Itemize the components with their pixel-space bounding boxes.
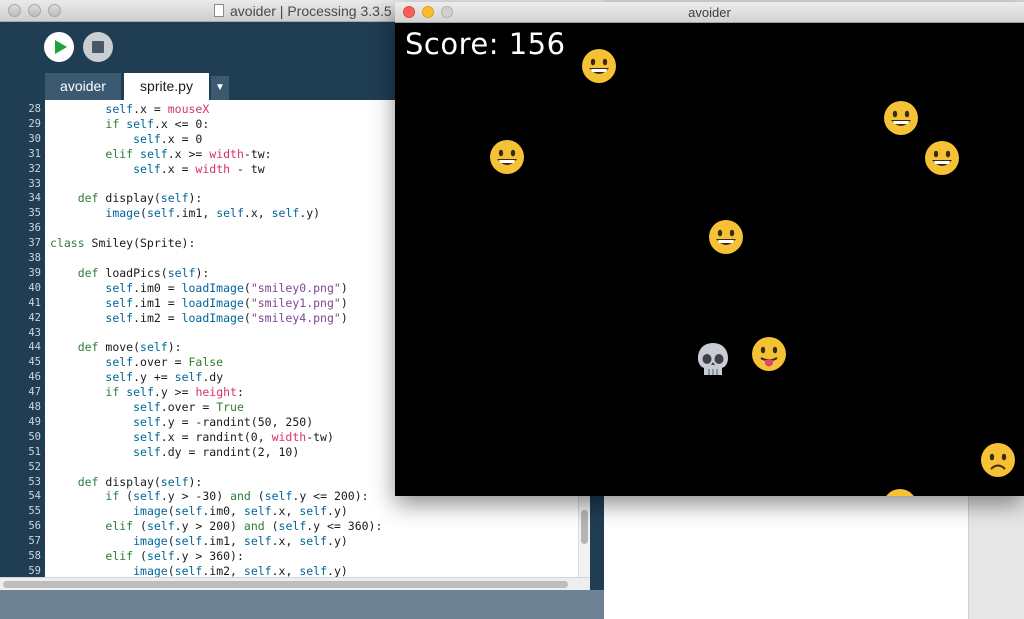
ide-window-title: avoider | Processing 3.3.5 <box>214 3 392 19</box>
code-text: self.x = randint(0, width-tw) <box>133 429 334 444</box>
line-number: 50 <box>28 430 41 443</box>
code-text: elif self.x >= width-tw: <box>105 146 272 161</box>
line-number: 44 <box>28 341 41 354</box>
score-label: Score: 156 <box>405 27 566 61</box>
play-icon <box>55 40 67 54</box>
run-button[interactable] <box>44 32 74 62</box>
background-scroll-strip <box>968 490 1024 619</box>
line-number: 53 <box>28 475 41 488</box>
line-number: 54 <box>28 490 41 503</box>
grinning-smiley-icon <box>581 48 617 89</box>
line-number: 43 <box>28 326 41 339</box>
code-text: if self.x <= 0: <box>105 116 210 131</box>
line-number: 47 <box>28 386 41 399</box>
line-number: 45 <box>28 356 41 369</box>
document-icon <box>214 4 224 17</box>
line-number: 38 <box>28 252 41 264</box>
line-number: 37 <box>28 237 41 250</box>
ide-zoom-button[interactable] <box>48 4 61 17</box>
line-number: 56 <box>28 520 41 533</box>
code-text: elif (self.y > 200) and (self.y <= 360): <box>105 519 383 534</box>
line-number: 31 <box>28 147 41 160</box>
line-number: 28 <box>28 103 41 115</box>
code-text: self.over = False <box>105 355 224 370</box>
skull-icon <box>695 341 731 384</box>
code-text: def display(self): <box>77 191 203 206</box>
line-number: 36 <box>28 222 41 235</box>
grinning-smiley-icon <box>489 139 525 180</box>
console-bar <box>0 590 604 619</box>
sketch-window: avoider Score: 156 <box>395 2 1024 496</box>
code-text: image(self.im0, self.x, self.y) <box>133 504 348 519</box>
code-text: elif (self.y > 360): <box>105 549 244 563</box>
code-text: class Smiley(Sprite): <box>50 236 196 251</box>
code-line[interactable]: 57 image(self.im1, self.x, self.y) <box>0 534 580 549</box>
code-text: self.x = mouseX <box>105 102 210 116</box>
code-text: self.over = True <box>133 400 244 414</box>
code-text: if (self.y > -30) and (self.y <= 200): <box>105 489 369 504</box>
grinning-smiley-icon <box>883 100 919 141</box>
line-number: 35 <box>28 207 41 220</box>
line-number: 29 <box>28 117 41 130</box>
code-text: self.dy = randint(2, 10) <box>133 444 300 459</box>
stop-icon <box>92 41 104 53</box>
line-number: 49 <box>28 415 41 428</box>
code-text: self.y += self.dy <box>105 370 224 385</box>
editor-horizontal-scrollbar[interactable] <box>0 577 590 590</box>
code-text: if self.y >= height: <box>105 385 244 400</box>
line-number: 33 <box>28 177 41 190</box>
code-text: self.x = width - tw <box>133 161 265 176</box>
code-text: self.y = -randint(50, 250) <box>133 414 314 429</box>
stop-button[interactable] <box>83 32 113 62</box>
tab-menu-button[interactable]: ▼ <box>211 76 229 100</box>
line-number: 34 <box>28 192 41 205</box>
tab-sprite-py[interactable]: sprite.py <box>124 73 209 100</box>
code-text: self.im0 = loadImage("smiley0.png") <box>105 280 348 295</box>
line-number: 32 <box>28 162 41 175</box>
code-text: self.im1 = loadImage("smiley1.png") <box>105 295 348 310</box>
code-line[interactable]: 55 image(self.im0, self.x, self.y) <box>0 504 580 519</box>
tongue-smiley-icon <box>751 336 787 377</box>
game-canvas[interactable]: Score: 156 <box>395 23 1024 496</box>
line-number: 42 <box>28 311 41 324</box>
grinning-smiley-icon <box>882 488 918 496</box>
line-number: 46 <box>28 371 41 384</box>
tab-avoider[interactable]: avoider <box>45 73 121 100</box>
ide-close-button[interactable] <box>8 4 21 17</box>
code-text: def move(self): <box>77 340 182 355</box>
sketch-window-title: avoider <box>688 5 731 20</box>
code-text: image(self.im1, self.x, self.y) <box>133 534 348 549</box>
code-line[interactable]: 58 elif (self.y > 360): <box>0 549 580 564</box>
line-number: 52 <box>28 460 41 473</box>
grinning-smiley-icon <box>924 140 960 181</box>
line-number: 51 <box>28 445 41 458</box>
line-number: 41 <box>28 296 41 309</box>
code-text: def loadPics(self): <box>77 265 210 280</box>
code-line[interactable]: 56 elif (self.y > 200) and (self.y <= 36… <box>0 519 580 534</box>
code-text: image(self.im1, self.x, self.y) <box>105 206 321 221</box>
line-number: 30 <box>28 132 41 145</box>
line-number: 39 <box>28 266 41 279</box>
line-number: 40 <box>28 281 41 294</box>
code-text: def display(self): <box>77 474 203 489</box>
grinning-smiley-icon <box>708 219 744 260</box>
line-number: 58 <box>28 550 41 562</box>
vertical-scroll-thumb[interactable] <box>581 510 588 544</box>
line-number: 48 <box>28 401 41 413</box>
line-number: 57 <box>28 535 41 548</box>
code-text: self.im2 = loadImage("smiley4.png") <box>105 310 348 325</box>
horizontal-scroll-thumb[interactable] <box>3 581 568 588</box>
ide-minimize-button[interactable] <box>28 4 41 17</box>
sketch-titlebar[interactable]: avoider <box>395 2 1024 23</box>
line-number: 55 <box>28 505 41 518</box>
code-text: self.x = 0 <box>133 131 203 146</box>
background-document <box>604 490 1024 619</box>
frowning-smiley-icon <box>980 442 1016 483</box>
